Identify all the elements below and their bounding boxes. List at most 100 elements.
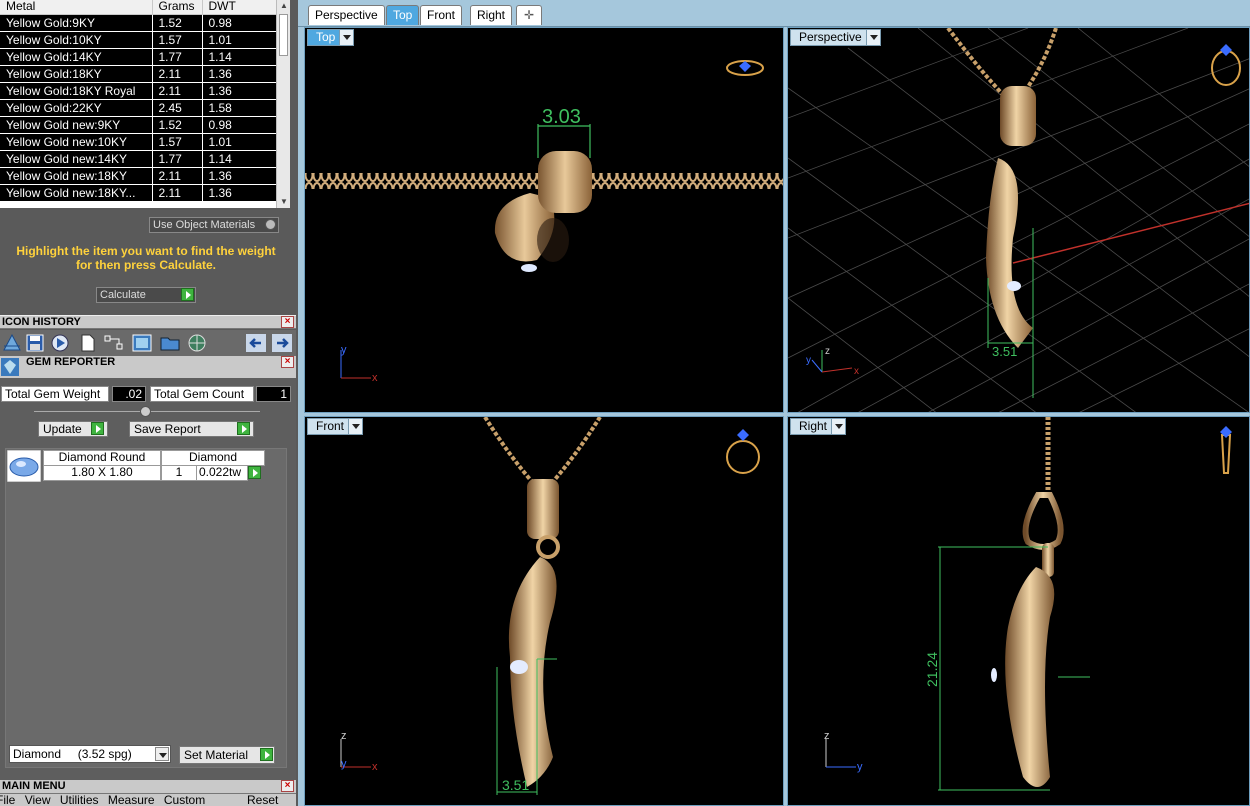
table-header-row: Metal Grams DWT: [0, 0, 276, 15]
viewport-label-front[interactable]: Front: [307, 418, 364, 435]
viewport-perspective[interactable]: 3.51 z x y Perspective: [787, 27, 1250, 413]
menu-item-view[interactable]: View: [25, 793, 51, 806]
column-header-dwt[interactable]: DWT: [202, 0, 276, 15]
table-row[interactable]: Yellow Gold new:18KY... 2.11 1.36: [0, 184, 276, 202]
back-arrow-icon[interactable]: [246, 334, 266, 352]
set-material-go-icon[interactable]: [260, 748, 273, 761]
pendant-bail: [538, 151, 592, 213]
table-row[interactable]: Yellow Gold new:9KY 1.52 0.98: [0, 116, 276, 134]
cell-metal: Yellow Gold:18KY Royal: [0, 82, 153, 100]
close-icon[interactable]: ×: [281, 316, 294, 328]
tab-top[interactable]: Top: [386, 5, 420, 25]
cell-grams: 1.77: [152, 48, 203, 66]
save-report-go-icon[interactable]: [237, 422, 250, 435]
viewport-area: Perspective Top Front Right ✛ 3.03 y x T…: [298, 0, 1250, 806]
dimension-label: 3.51: [502, 777, 529, 793]
axis-gizmo: z y: [824, 730, 863, 773]
update-go-icon[interactable]: [91, 422, 104, 435]
cell-dwt: 1.58: [202, 99, 276, 117]
radio-icon[interactable]: [265, 219, 276, 230]
material-select-value: Diamond (3.52 spg): [13, 747, 132, 761]
table-row[interactable]: Yellow Gold:14KY 1.77 1.14: [0, 48, 276, 66]
view-tab-bar: Perspective Top Front Right ✛: [298, 0, 1250, 27]
column-header-metal[interactable]: Metal: [0, 0, 153, 15]
table-row[interactable]: Yellow Gold new:18KY 2.11 1.36: [0, 167, 276, 185]
tab-right[interactable]: Right: [470, 5, 513, 25]
gem-reporter-body: Total Gem Weight .02 Total Gem Count 1 U…: [0, 378, 296, 783]
cell-dwt: 0.98: [202, 116, 276, 134]
close-icon[interactable]: ×: [281, 356, 294, 368]
scale-icon[interactable]: [2, 334, 22, 352]
pendant-body: [1005, 567, 1055, 787]
viewport-label-top[interactable]: Top: [307, 29, 355, 46]
close-icon[interactable]: ×: [281, 780, 294, 792]
table-row[interactable]: Yellow Gold:9KY 1.52 0.98: [0, 14, 276, 32]
axis-gizmo: z y x: [340, 730, 378, 773]
gem-size-cell: 1.80 X 1.80: [43, 465, 161, 481]
viewport-right[interactable]: 21.24 z y Right: [787, 416, 1250, 806]
add-tab-icon[interactable]: ✛: [516, 5, 542, 25]
open-folder-icon[interactable]: [160, 334, 180, 352]
document-icon[interactable]: [78, 334, 98, 352]
viewport-label-right[interactable]: Right: [790, 418, 847, 435]
chevron-down-icon[interactable]: [155, 747, 169, 761]
table-row[interactable]: Yellow Gold:10KY 1.57 1.01: [0, 31, 276, 49]
viewport-label-perspective[interactable]: Perspective: [790, 29, 881, 46]
scroll-up-icon[interactable]: ▲: [277, 0, 291, 12]
table-row[interactable]: Yellow Gold:18KY Royal 2.11 1.36: [0, 82, 276, 100]
viewport-label-right-text: Right: [799, 419, 828, 433]
viewport-front[interactable]: 3.51 z y x Front: [304, 416, 784, 806]
menu-item-reset[interactable]: Reset: [247, 794, 278, 806]
tab-perspective[interactable]: Perspective: [308, 5, 385, 25]
list-item[interactable]: Diamond Round Diamond 1.80 X 1.80 1 0.02…: [6, 449, 286, 483]
update-label: Update: [43, 422, 82, 436]
render-icon[interactable]: [132, 334, 152, 352]
cell-dwt: 1.36: [202, 167, 276, 185]
total-gem-weight-value: .02: [112, 386, 146, 402]
menu-item-file[interactable]: File: [0, 793, 15, 806]
table-row[interactable]: Yellow Gold new:14KY 1.77 1.14: [0, 150, 276, 168]
hint-line-1: Highlight the item you want to find the …: [16, 244, 276, 258]
save-report-button[interactable]: Save Report: [129, 421, 254, 437]
splitter-handle[interactable]: [140, 406, 151, 417]
scrollbar-thumb[interactable]: [279, 14, 288, 56]
scroll-down-icon[interactable]: ▼: [277, 196, 291, 208]
column-header-grams[interactable]: Grams: [152, 0, 203, 15]
ring-orientation-icon: [726, 60, 764, 76]
chevron-down-icon[interactable]: [865, 30, 880, 45]
cell-metal: Yellow Gold new:18KY...: [0, 184, 153, 202]
viewport-label-perspective-text: Perspective: [799, 30, 862, 44]
run-icon[interactable]: [50, 334, 70, 352]
chevron-down-icon[interactable]: [348, 419, 363, 434]
menu-item-utilities[interactable]: Utilities: [60, 793, 99, 806]
chevron-down-icon[interactable]: [831, 419, 846, 434]
dimension-icon[interactable]: [104, 334, 124, 352]
use-object-materials-toggle[interactable]: Use Object Materials: [149, 217, 279, 233]
pendant-body: [986, 158, 1033, 348]
menu-item-measure[interactable]: Measure: [108, 793, 155, 806]
globe-icon[interactable]: [187, 334, 207, 352]
gem-material-cell: Diamond: [161, 450, 265, 466]
menu-item-custom[interactable]: Custom: [164, 793, 205, 806]
table-row[interactable]: Yellow Gold:18KY 2.11 1.36: [0, 65, 276, 83]
ring-orientation-icon: [726, 429, 760, 474]
use-object-materials-label: Use Object Materials: [153, 219, 256, 231]
calculate-go-icon[interactable]: [181, 288, 194, 301]
metal-table-scrollbar[interactable]: ▲ ▼: [276, 0, 290, 208]
chevron-down-icon[interactable]: [339, 30, 354, 45]
table-row[interactable]: Yellow Gold new:10KY 1.57 1.01: [0, 133, 276, 151]
hint-line-2: for then press Calculate.: [75, 258, 217, 272]
main-menu: MAIN MENU × File View Utilities Measure …: [0, 780, 296, 806]
dimension-label: 3.51: [992, 344, 1017, 359]
viewport-label-top-text: Top: [316, 30, 336, 44]
forward-arrow-icon[interactable]: [272, 334, 292, 352]
gem-go-icon[interactable]: [248, 466, 261, 479]
viewport-top[interactable]: 3.03 y x Top: [304, 27, 784, 413]
top-view-render: 3.03 y x: [305, 60, 783, 384]
axis-z-label: z: [825, 346, 830, 357]
save-icon[interactable]: [25, 334, 45, 352]
material-select[interactable]: Diamond (3.52 spg): [9, 745, 171, 763]
table-row[interactable]: Yellow Gold:22KY 2.45 1.58: [0, 99, 276, 117]
tab-front[interactable]: Front: [420, 5, 463, 25]
set-material-label: Set Material: [184, 748, 249, 762]
